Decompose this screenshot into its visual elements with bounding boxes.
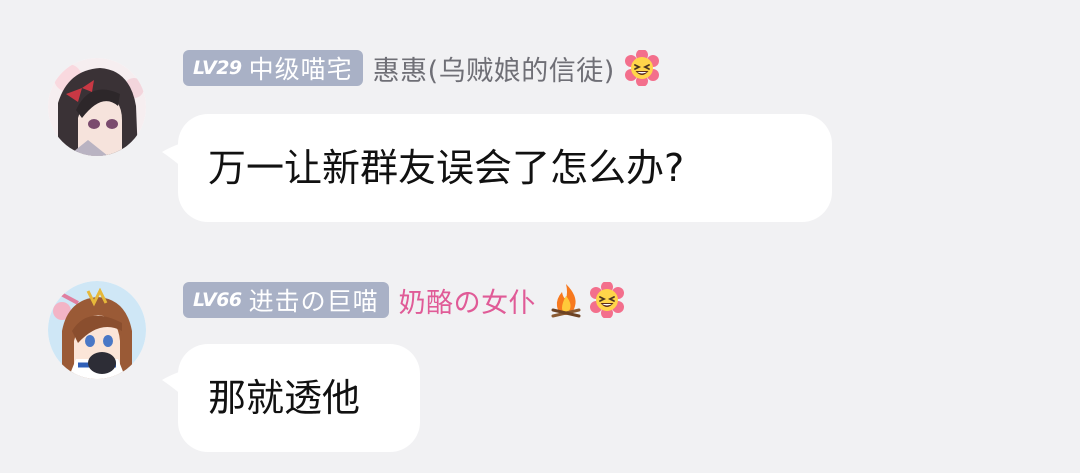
- message-header: LV29 中级喵宅 惠惠(乌贼娘的信徒): [183, 48, 660, 88]
- level-label: LV29: [193, 57, 242, 79]
- avatar-image: [48, 281, 146, 379]
- level-badge[interactable]: LV66 进击の巨喵: [183, 282, 389, 318]
- nickname[interactable]: 奶酪の女仆: [399, 281, 537, 320]
- rank-title: 进击の巨喵: [248, 287, 379, 316]
- fire-icon: [548, 282, 584, 318]
- message-header: LV66 进击の巨喵 奶酪の女仆: [183, 280, 625, 320]
- message-text: 万一让新群友误会了怎么办?: [208, 146, 685, 190]
- message-bubble[interactable]: 那就透他: [178, 344, 420, 452]
- message-bubble[interactable]: 万一让新群友误会了怎么办?: [178, 114, 832, 222]
- nickname[interactable]: 惠惠(乌贼娘的信徒): [373, 49, 615, 88]
- message-text: 那就透他: [208, 376, 361, 420]
- level-badge[interactable]: LV29 中级喵宅: [183, 50, 363, 86]
- avatar-image: [48, 58, 146, 156]
- level-label: LV66: [193, 289, 242, 311]
- avatar[interactable]: [48, 58, 146, 156]
- grin-flower-icon: [589, 282, 625, 318]
- avatar[interactable]: [48, 281, 146, 379]
- grin-flower-icon: [624, 50, 660, 86]
- rank-title: 中级喵宅: [248, 55, 353, 84]
